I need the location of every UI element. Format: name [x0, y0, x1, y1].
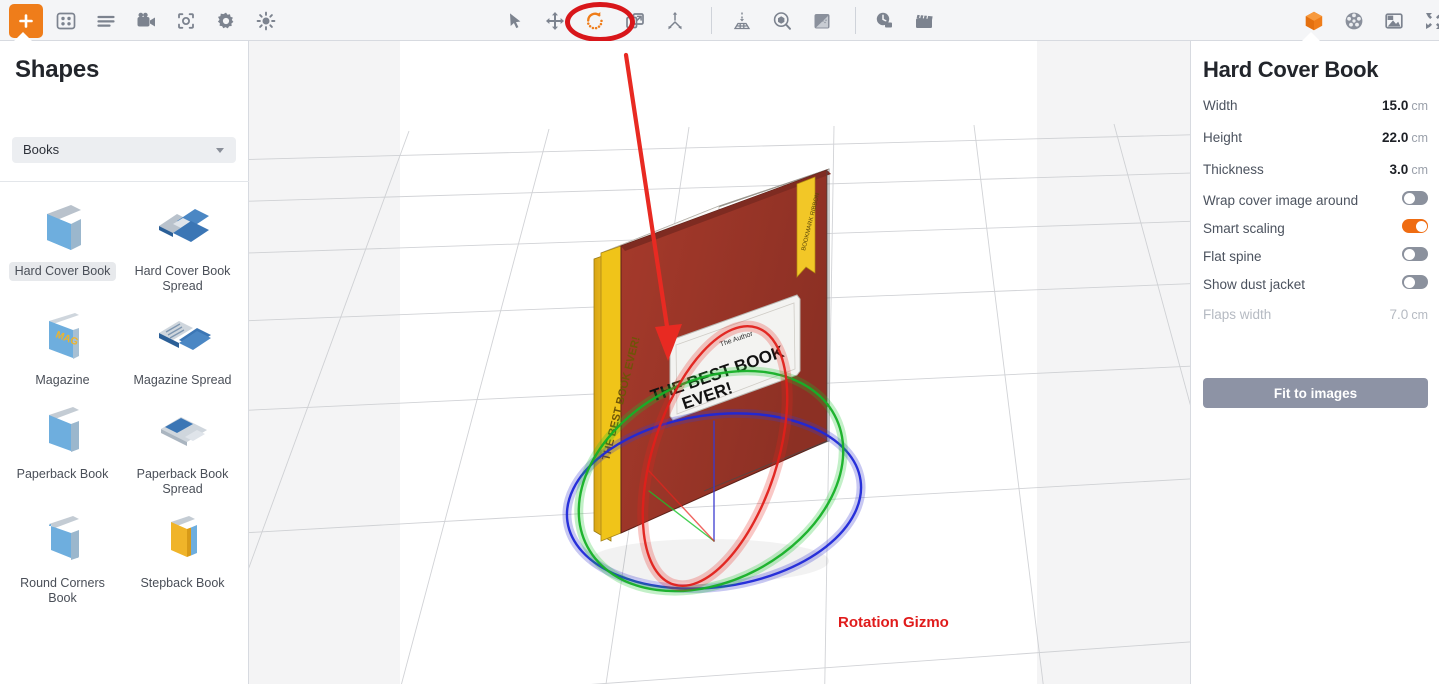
- toolbar-transform-group: [495, 0, 695, 41]
- hard-cover-book-spread-icon: [152, 195, 214, 257]
- property-label: Smart scaling: [1203, 221, 1285, 236]
- shape-grid: Hard Cover Book Hard Cover Book Spread M…: [0, 187, 249, 608]
- wrap-cover-image-toggle[interactable]: [1402, 191, 1428, 205]
- app-root: Shapes Books Hard Cover Book Hard Cover …: [0, 0, 1439, 684]
- shape-label: Hard Cover Book: [9, 262, 117, 281]
- shape-label: Paperback Book Spread: [125, 465, 240, 499]
- sphere-environment-icon[interactable]: [1337, 4, 1371, 38]
- toolbar-left-group: [6, 0, 286, 41]
- toolbar-history-group: [864, 0, 944, 41]
- properties-panel: Hard Cover Book Width 15.0cm Height 22.0…: [1190, 41, 1439, 684]
- move-icon[interactable]: [538, 4, 572, 38]
- toolbar-divider-1: [711, 7, 712, 34]
- fullscreen-icon[interactable]: [1417, 4, 1439, 38]
- property-label: Flaps width: [1203, 307, 1271, 322]
- grid-layout-icon[interactable]: [49, 4, 83, 38]
- active-view-pointer: [1302, 32, 1320, 41]
- shape-item-magazine[interactable]: MAG Magazine: [5, 304, 120, 390]
- magazine-icon: MAG: [32, 304, 94, 366]
- round-corners-book-icon: [32, 507, 94, 569]
- property-label: Wrap cover image around: [1203, 193, 1358, 208]
- property-value[interactable]: 22.0cm: [1382, 130, 1428, 145]
- stepback-book-icon: [152, 507, 214, 569]
- property-row-width: Width 15.0cm: [1203, 96, 1428, 118]
- top-toolbar: [0, 0, 1439, 41]
- property-row-height: Height 22.0cm: [1203, 128, 1428, 150]
- properties-title: Hard Cover Book: [1203, 57, 1378, 83]
- shape-item-hard-cover-book[interactable]: Hard Cover Book: [5, 195, 120, 296]
- property-row-thickness: Thickness 3.0cm: [1203, 160, 1428, 182]
- video-camera-icon[interactable]: [129, 4, 163, 38]
- panel-divider: [0, 181, 249, 182]
- toolbar-view-group: [722, 0, 842, 41]
- list-icon[interactable]: [89, 4, 123, 38]
- clapperboard-icon[interactable]: [907, 4, 941, 38]
- property-label: Height: [1203, 130, 1242, 145]
- property-row-flaps-width: Flaps width 7.0cm: [1203, 305, 1428, 327]
- shapes-panel: Shapes Books Hard Cover Book Hard Cover …: [0, 41, 249, 684]
- property-value[interactable]: 15.0cm: [1382, 98, 1428, 113]
- property-row-show-dust-jacket: Show dust jacket: [1203, 275, 1428, 297]
- panel-title: Shapes: [15, 56, 99, 84]
- paperback-book-spread-icon: [152, 398, 214, 460]
- shape-label: Stepback Book: [134, 574, 230, 593]
- property-row-wrap-cover-image: Wrap cover image around: [1203, 191, 1428, 213]
- property-label: Flat spine: [1203, 249, 1262, 264]
- select-arrow-icon[interactable]: [498, 4, 532, 38]
- shape-category-select[interactable]: Books: [12, 137, 236, 163]
- shape-label: Magazine Spread: [128, 371, 238, 390]
- shape-label: Hard Cover Book Spread: [125, 262, 240, 296]
- paperback-book-icon: [32, 398, 94, 460]
- rotate-icon[interactable]: [578, 4, 612, 38]
- scale-icon[interactable]: [618, 4, 652, 38]
- viewport-3d[interactable]: THE BEST BOOK EVER! BOOKMARK RIBBON The …: [249, 41, 1190, 684]
- shape-item-round-corners-book[interactable]: Round Corners Book: [5, 507, 120, 608]
- property-row-smart-scaling: Smart scaling: [1203, 219, 1428, 241]
- shape-item-stepback-book[interactable]: Stepback Book: [125, 507, 240, 608]
- shadow-icon[interactable]: [805, 4, 839, 38]
- shape-label: Magazine: [29, 371, 95, 390]
- shape-item-paperback-book-spread[interactable]: Paperback Book Spread: [125, 398, 240, 499]
- active-tool-pointer: [14, 32, 32, 41]
- brightness-icon[interactable]: [249, 4, 283, 38]
- image-icon[interactable]: [1377, 4, 1411, 38]
- toolbar-divider-2: [855, 7, 856, 34]
- shape-label: Paperback Book: [11, 465, 115, 484]
- focus-target-icon[interactable]: [169, 4, 203, 38]
- distribute-icon[interactable]: [658, 4, 692, 38]
- shape-item-magazine-spread[interactable]: Magazine Spread: [125, 304, 240, 390]
- smart-scaling-toggle[interactable]: [1402, 219, 1428, 233]
- magazine-spread-icon: [152, 304, 214, 366]
- property-value: 7.0cm: [1390, 307, 1428, 322]
- property-value[interactable]: 3.0cm: [1390, 162, 1428, 177]
- show-dust-jacket-toggle[interactable]: [1402, 275, 1428, 289]
- fit-to-images-button[interactable]: Fit to images: [1203, 378, 1428, 408]
- hard-cover-book-icon: [32, 195, 94, 257]
- shape-label: Round Corners Book: [5, 574, 120, 608]
- gear-icon[interactable]: [209, 4, 243, 38]
- history-icon[interactable]: [867, 4, 901, 38]
- shape-item-hard-cover-book-spread[interactable]: Hard Cover Book Spread: [125, 195, 240, 296]
- drop-to-floor-icon[interactable]: [725, 4, 759, 38]
- shape-category-value: Books: [23, 142, 59, 157]
- property-label: Width: [1203, 98, 1238, 113]
- property-label: Show dust jacket: [1203, 277, 1305, 292]
- shape-item-paperback-book[interactable]: Paperback Book: [5, 398, 120, 499]
- property-label: Thickness: [1203, 162, 1264, 177]
- chevron-down-icon: [216, 148, 224, 153]
- rotation-gizmo-annotation-label: Rotation Gizmo: [838, 614, 949, 631]
- flat-spine-toggle[interactable]: [1402, 247, 1428, 261]
- zoom-object-icon[interactable]: [765, 4, 799, 38]
- property-row-flat-spine: Flat spine: [1203, 247, 1428, 269]
